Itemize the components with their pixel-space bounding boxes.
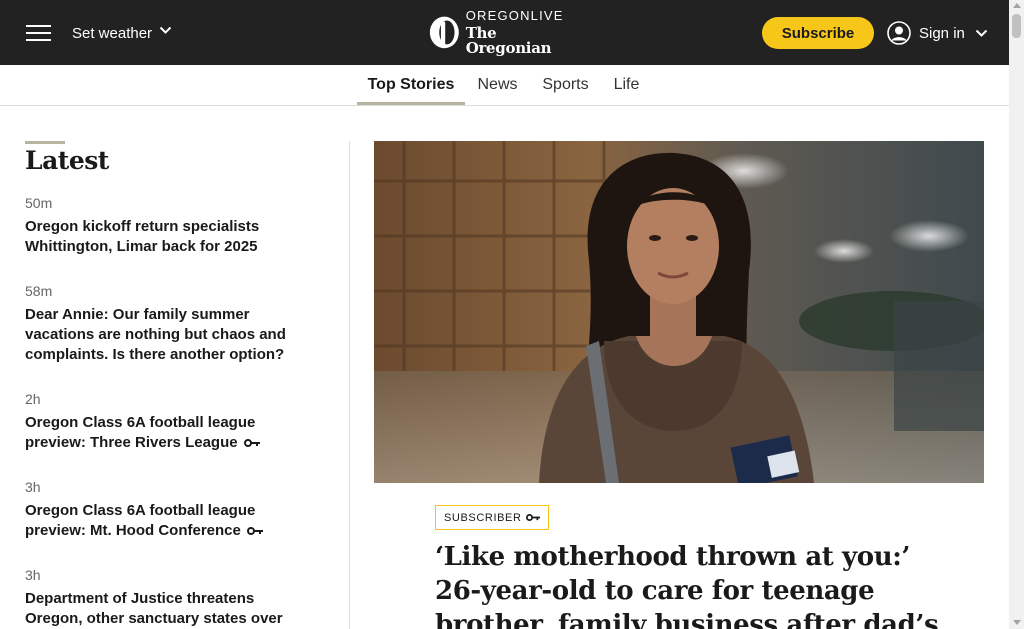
- chevron-down-icon: [975, 29, 988, 37]
- sign-in-label: Sign in: [919, 24, 965, 42]
- scroll-down-arrow-icon[interactable]: [1013, 620, 1021, 625]
- scroll-up-arrow-icon[interactable]: [1013, 3, 1021, 8]
- key-icon: [246, 527, 263, 536]
- story-headline-link[interactable]: Department of Justice threatens Oregon, …: [25, 589, 315, 629]
- page-scrollbar[interactable]: [1009, 0, 1024, 629]
- set-weather-button[interactable]: Set weather: [72, 22, 172, 44]
- hero-story-photo[interactable]: [374, 141, 984, 483]
- set-weather-label: Set weather: [72, 24, 153, 42]
- column-divider: [349, 141, 350, 629]
- key-icon: [243, 439, 260, 448]
- story-timestamp: 3h: [25, 567, 41, 583]
- story-headline-link[interactable]: Oregon kickoff return specialists Whitti…: [25, 217, 315, 257]
- hero-headline-link[interactable]: ‘Like motherhood thrown at you:’ 26-year…: [435, 540, 955, 629]
- list-item: 3h Oregon Class 6A football league previ…: [25, 479, 315, 541]
- story-headline-text: Department of Justice threatens Oregon, …: [25, 590, 283, 627]
- story-headline-link[interactable]: Dear Annie: Our family summer vacations …: [25, 305, 315, 365]
- subscriber-badge: SUBSCRIBER: [435, 505, 549, 530]
- story-headline-link[interactable]: Oregon Class 6A football league preview:…: [25, 501, 315, 541]
- oregonlive-logo[interactable]: OREGONLIVE The Oregonian: [429, 7, 569, 55]
- story-headline-link[interactable]: Oregon Class 6A football league preview:…: [25, 413, 315, 453]
- sign-in-button[interactable]: Sign in: [887, 20, 988, 46]
- story-timestamp: 50m: [25, 195, 53, 211]
- story-headline-text: Oregon Class 6A football league preview:…: [25, 502, 256, 539]
- story-headline-text: Dear Annie: Our family summer vacations …: [25, 306, 286, 363]
- latest-heading: Latest: [25, 146, 109, 175]
- story-timestamp: 2h: [25, 391, 41, 407]
- list-item: 2h Oregon Class 6A football league previ…: [25, 391, 315, 453]
- tab-life[interactable]: Life: [612, 65, 641, 105]
- user-circle-icon: [887, 21, 911, 45]
- tab-news[interactable]: News: [477, 65, 518, 105]
- list-item: 50m Oregon kickoff return specialists Wh…: [25, 195, 315, 257]
- logo-oregonlive-text: OREGONLIVE: [465, 7, 564, 23]
- story-timestamp: 3h: [25, 479, 41, 495]
- list-item: 58m Dear Annie: Our family summer vacati…: [25, 283, 315, 365]
- story-headline-text: Oregon Class 6A football league preview:…: [25, 414, 256, 451]
- latest-stories-column: Latest 50m Oregon kickoff return special…: [25, 141, 325, 627]
- key-icon: [525, 514, 540, 521]
- logo-oregonian-text: The Oregonian: [465, 23, 552, 57]
- hero-photo-illustration: [374, 141, 984, 483]
- list-item: 3h Department of Justice threatens Orego…: [25, 567, 315, 629]
- section-tabs: Top Stories News Sports Life: [0, 65, 1009, 106]
- tab-sports[interactable]: Sports: [541, 65, 590, 105]
- scrollbar-thumb[interactable]: [1012, 14, 1021, 38]
- subscriber-badge-label: SUBSCRIBER: [444, 511, 522, 524]
- hamburger-menu-icon[interactable]: [26, 24, 51, 42]
- top-navigation-bar: Set weather OREGONLIVE The Oregonian Sub…: [0, 0, 1009, 65]
- story-timestamp: 58m: [25, 283, 53, 299]
- subscribe-button[interactable]: Subscribe: [762, 17, 874, 49]
- story-headline-text: Oregon kickoff return specialists Whitti…: [25, 218, 260, 255]
- chevron-down-icon: [159, 26, 172, 34]
- tab-top-stories[interactable]: Top Stories: [357, 65, 465, 105]
- section-accent-rule: [25, 141, 65, 144]
- oregonian-o-logo-icon: [429, 16, 459, 49]
